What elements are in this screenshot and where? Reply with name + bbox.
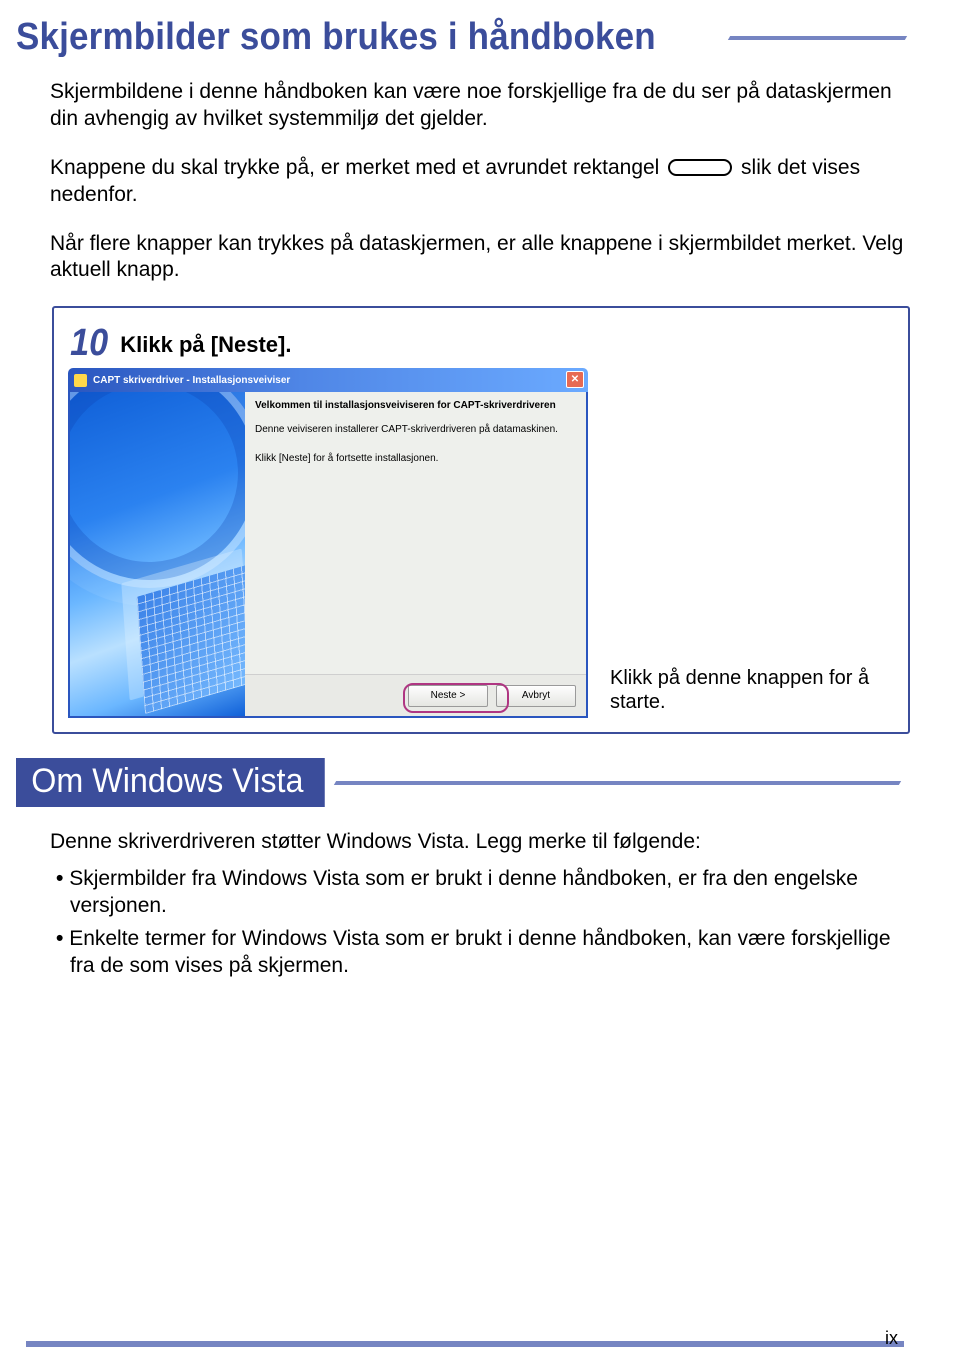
- step-number: 10: [70, 324, 108, 362]
- heading-text-2: Om Windows Vista: [16, 758, 324, 807]
- intro-p2-pre: Knappene du skal trykke på, er merket me…: [50, 156, 665, 179]
- footer-rule: [26, 1341, 904, 1347]
- rounded-rectangle-icon: [668, 159, 732, 176]
- next-button[interactable]: Neste >: [408, 685, 488, 707]
- vista-bullet-2: Enkelte termer for Windows Vista som er …: [56, 926, 906, 980]
- example-box: 10 Klikk på [Neste]. CAPT skriverdriver …: [52, 306, 910, 734]
- window-title: CAPT skriverdriver - Installasjonsveivis…: [93, 375, 290, 386]
- vista-bullet-1: Skjermbilder fra Windows Vista som er br…: [56, 866, 906, 920]
- close-icon: ✕: [571, 374, 579, 385]
- wizard-text-1: Denne veiviseren installerer CAPT-skrive…: [255, 424, 576, 437]
- cancel-button[interactable]: Avbryt: [496, 685, 576, 707]
- callout-text: Klikk på denne knappen for å starte.: [610, 666, 880, 714]
- step-label: Klikk på [Neste].: [120, 332, 291, 362]
- window-icon: [74, 374, 87, 387]
- section-heading-2: Om Windows Vista: [16, 758, 906, 807]
- window-titlebar: CAPT skriverdriver - Installasjonsveivis…: [68, 368, 588, 392]
- intro-paragraph-3: Når flere knapper kan trykkes på dataskj…: [50, 231, 906, 285]
- wizard-side-graphic: [70, 392, 245, 716]
- section-heading: Skjermbilder som brukes i håndboken: [16, 16, 906, 59]
- close-button[interactable]: ✕: [566, 371, 584, 388]
- wizard-button-row: Neste > Avbryt: [245, 674, 586, 716]
- heading-stripe: [728, 36, 907, 40]
- installer-window: CAPT skriverdriver - Installasjonsveivis…: [68, 368, 588, 718]
- wizard-heading: Velkommen til installasjonsveiviseren fo…: [255, 400, 576, 412]
- vista-content: Denne skriverdriveren støtter Windows Vi…: [50, 829, 906, 979]
- intro-paragraph-2: Knappene du skal trykke på, er merket me…: [50, 155, 906, 209]
- heading-text: Skjermbilder som brukes i håndboken: [16, 16, 656, 59]
- heading-stripe-2: [333, 781, 901, 785]
- intro-paragraph-1: Skjermbildene i denne håndboken kan være…: [50, 79, 906, 133]
- wizard-text-2: Klikk [Neste] for å fortsette installasj…: [255, 453, 576, 466]
- page-number: ix: [885, 1328, 898, 1349]
- vista-lead: Denne skriverdriveren støtter Windows Vi…: [50, 829, 906, 856]
- wizard-content: Velkommen til installasjonsveiviseren fo…: [245, 392, 586, 716]
- page-footer: ix: [0, 1341, 960, 1347]
